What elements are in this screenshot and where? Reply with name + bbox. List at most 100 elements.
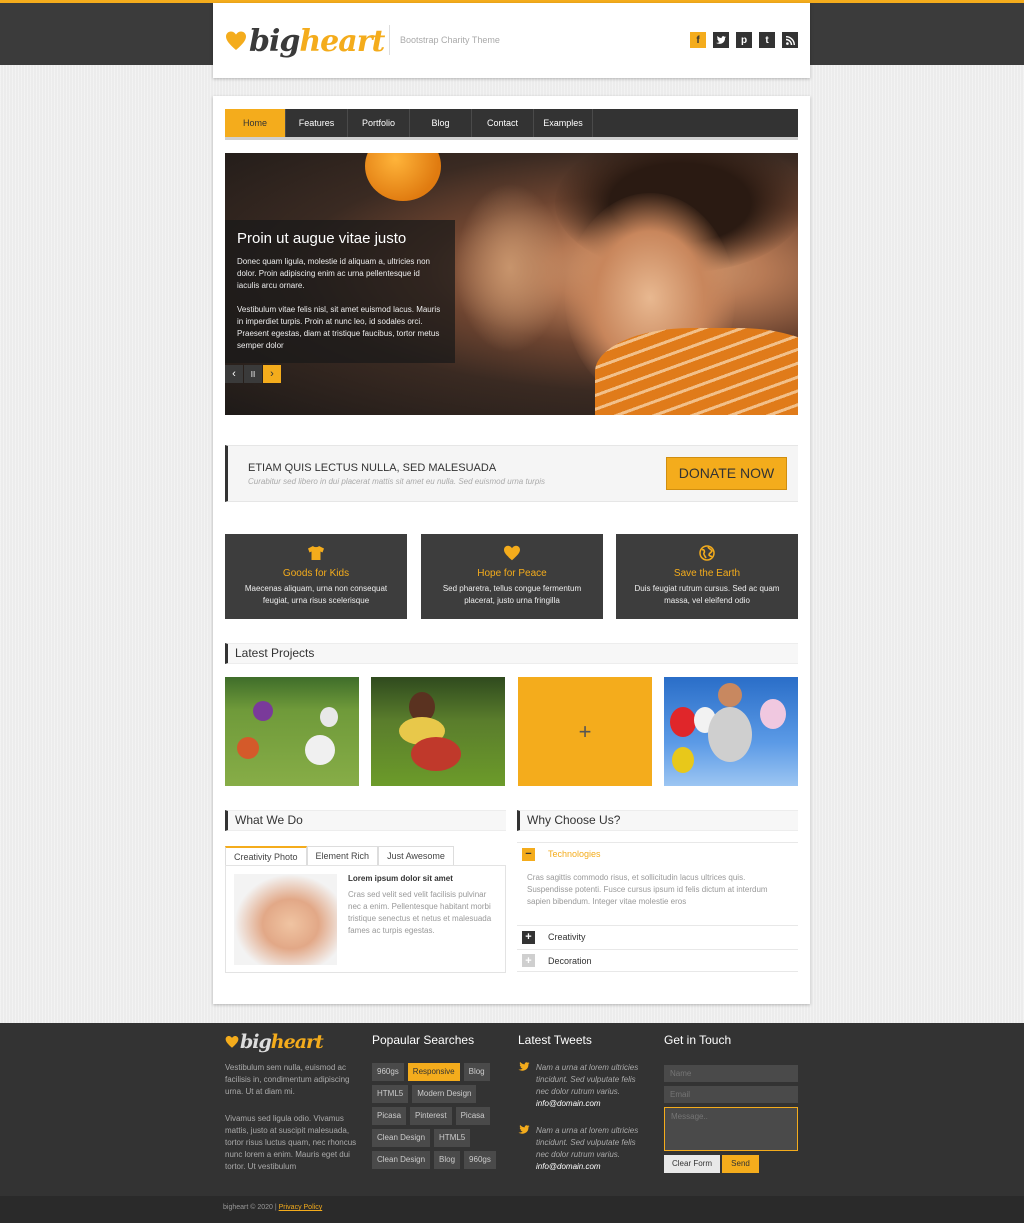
- name-field[interactable]: [664, 1065, 798, 1082]
- slider-pause-button[interactable]: II: [244, 365, 262, 383]
- tag[interactable]: Blog: [434, 1151, 461, 1169]
- copyright: bigheart © 2020 | Privacy Policy: [223, 1204, 322, 1211]
- nav-portfolio[interactable]: Portfolio: [348, 109, 410, 137]
- project-thumb-2[interactable]: [371, 677, 505, 786]
- tag[interactable]: Picasa: [372, 1107, 407, 1125]
- clear-form-button[interactable]: Clear Form: [664, 1155, 720, 1173]
- accordion-technologies[interactable]: − Technologies: [517, 842, 798, 865]
- slide-paragraph-1: Donec quam ligula, molestie id aliquam a…: [237, 257, 430, 290]
- callout-heading: ETIAM QUIS LECTUS NULLA, SED MALESUADA: [248, 462, 497, 474]
- feature-save-the-earth[interactable]: Save the Earth Duis feugiat rutrum cursu…: [616, 534, 798, 619]
- donate-callout: ETIAM QUIS LECTUS NULLA, SED MALESUADA C…: [225, 445, 798, 502]
- plus-icon: +: [522, 930, 535, 944]
- message-field[interactable]: [664, 1107, 798, 1151]
- donate-button[interactable]: DONATE NOW: [666, 457, 787, 490]
- facebook-icon[interactable]: f: [690, 32, 706, 48]
- tag[interactable]: Blog: [463, 1063, 490, 1081]
- tag[interactable]: Picasa: [455, 1107, 490, 1125]
- plus-icon: +: [578, 718, 592, 744]
- tag[interactable]: 960gs: [464, 1151, 496, 1169]
- project-thumb-3-hover[interactable]: +: [518, 677, 652, 786]
- latest-projects-title: Latest Projects: [225, 643, 798, 664]
- accordion-decoration[interactable]: + Decoration: [517, 949, 798, 972]
- tweet-email-link[interactable]: info@domain.com: [536, 1098, 650, 1110]
- footer-about-1: Vestibulum sem nulla, euismod ac facilis…: [225, 1063, 350, 1096]
- tag[interactable]: Pinterest: [410, 1107, 452, 1125]
- tweet-email-link[interactable]: info@domain.com: [536, 1161, 650, 1173]
- privacy-policy-link[interactable]: Privacy Policy: [279, 1204, 323, 1211]
- project-thumb-4[interactable]: [664, 677, 798, 786]
- tab-creativity-photo[interactable]: Creativity Photo: [225, 846, 307, 866]
- tumblr-icon[interactable]: t: [759, 32, 775, 48]
- tag[interactable]: 960gs: [372, 1063, 404, 1081]
- logo-text: bigheart: [249, 23, 385, 59]
- footer-logo[interactable]: bigheart: [225, 1031, 324, 1053]
- footer-tweets-title: Latest Tweets: [518, 1033, 592, 1047]
- copyright-text: bigheart © 2020 |: [223, 1204, 279, 1211]
- footer-about-2: Vivamus sed ligula odio. Vivamus mattis,…: [225, 1114, 357, 1171]
- hero-slider[interactable]: Proin ut augue vitae justo Donec quam li…: [225, 153, 798, 415]
- photo-detail: [670, 707, 696, 737]
- why-choose-us-title: Why Choose Us?: [517, 810, 798, 831]
- tag[interactable]: HTML5: [434, 1129, 471, 1147]
- logo-text-big: big: [249, 23, 300, 59]
- footer-logo-heart: heart: [270, 1031, 324, 1053]
- photo-detail: [305, 735, 335, 765]
- footer-logo-text: bigheart: [240, 1031, 324, 1053]
- slider-prev-button[interactable]: ‹: [225, 365, 243, 383]
- feature-title: Save the Earth: [673, 568, 741, 579]
- tagline: Bootstrap Charity Theme: [389, 25, 500, 55]
- main-content: Home Features Portfolio Blog Contact Exa…: [213, 96, 810, 1004]
- tab-element-rich[interactable]: Element Rich: [306, 846, 379, 866]
- send-button[interactable]: Send: [722, 1155, 759, 1173]
- email-field[interactable]: [664, 1086, 798, 1103]
- project-thumb-1[interactable]: [225, 677, 359, 786]
- nav-contact[interactable]: Contact: [472, 109, 534, 137]
- nav-home[interactable]: Home: [225, 109, 286, 137]
- accordion-label: Technologies: [548, 849, 601, 859]
- slider-controls: ‹ II ›: [225, 365, 281, 383]
- twitter-bird-icon: [518, 1062, 530, 1072]
- social-links: f p t: [690, 32, 798, 48]
- pinterest-icon[interactable]: p: [736, 32, 752, 48]
- nav-blog[interactable]: Blog: [410, 109, 472, 137]
- minus-icon: −: [522, 847, 535, 861]
- feature-desc: Sed pharetra, tellus congue fermentum pl…: [442, 584, 582, 605]
- slide-paragraph-2: Vestibulum vitae felis nisl, sit amet eu…: [237, 305, 441, 350]
- feature-hope-for-peace[interactable]: Hope for Peace Sed pharetra, tellus cong…: [421, 534, 603, 619]
- slider-next-button[interactable]: ›: [263, 365, 281, 383]
- twitter-bird-icon: [518, 1125, 530, 1135]
- globe-icon: [698, 545, 716, 563]
- rss-icon[interactable]: [782, 32, 798, 48]
- tag-cloud: 960gs Responsive Blog HTML5 Modern Desig…: [372, 1063, 507, 1169]
- tab-panel-text: Cras sed velit sed velit facilisis pulvi…: [348, 890, 492, 935]
- heart-logo-icon: [226, 31, 246, 50]
- tweet-item: Nam a urna at lorem ultricies tincidunt.…: [518, 1062, 650, 1110]
- slide-title: Proin ut augue vitae justo: [237, 230, 407, 247]
- what-we-do-tabs: Creativity Photo Element Rich Just Aweso…: [225, 846, 454, 866]
- what-we-do-title: What We Do: [225, 810, 506, 831]
- nav-features[interactable]: Features: [286, 109, 348, 137]
- accordion-creativity[interactable]: + Creativity: [517, 925, 798, 948]
- footer-contact-title: Get in Touch: [664, 1033, 732, 1047]
- photo-detail: [320, 707, 338, 727]
- nav-examples[interactable]: Examples: [534, 109, 593, 137]
- accordion-technologies-body: Cras sagittis commodo risus, et sollicit…: [527, 873, 768, 906]
- tag[interactable]: Modern Design: [412, 1085, 477, 1103]
- tag[interactable]: HTML5: [372, 1085, 409, 1103]
- tab-just-awesome[interactable]: Just Awesome: [378, 846, 454, 866]
- photo-detail: [672, 747, 694, 773]
- feature-title: Goods for Kids: [282, 568, 350, 579]
- photo-detail: [708, 707, 752, 762]
- slide-photo-orange: [365, 153, 441, 201]
- tag-active[interactable]: Responsive: [407, 1063, 460, 1081]
- tag[interactable]: Clean Design: [372, 1151, 431, 1169]
- tag[interactable]: Clean Design: [372, 1129, 431, 1147]
- feature-goods-for-kids[interactable]: Goods for Kids Maecenas aliquam, urna no…: [225, 534, 407, 619]
- photo-detail: [237, 737, 259, 759]
- slide-caption: Proin ut augue vitae justo Donec quam li…: [225, 220, 455, 363]
- slide-photo-background-face: [455, 183, 565, 353]
- twitter-icon[interactable]: [713, 32, 729, 48]
- plus-icon: +: [522, 954, 535, 967]
- logo[interactable]: bigheart: [225, 21, 385, 61]
